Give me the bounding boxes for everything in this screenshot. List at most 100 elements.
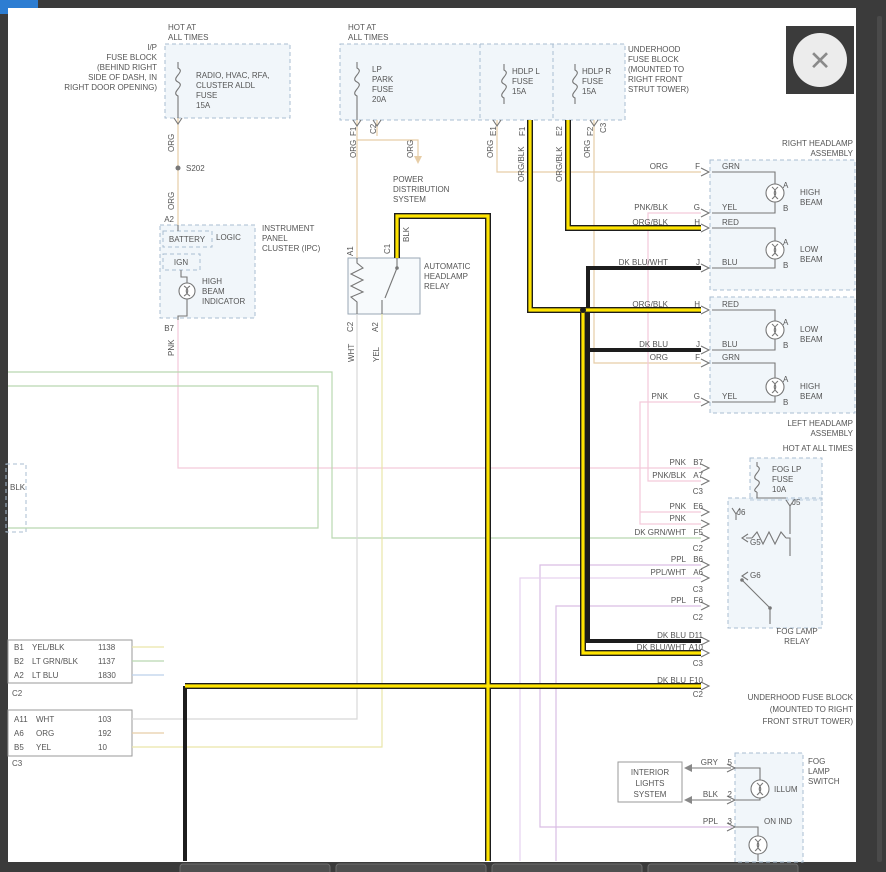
diagram-label: FOG (808, 757, 825, 766)
diagram-label: (BEHIND RIGHT (97, 63, 157, 72)
bottom-tab[interactable] (336, 864, 486, 872)
diagram-label: PNK (167, 339, 176, 356)
diagram-label: ORG (583, 140, 592, 158)
diagram-label: YEL (36, 743, 52, 752)
diagram-label: ORG (349, 140, 358, 158)
diagram-label: PNK (670, 458, 687, 467)
diagram-label: A2 (14, 671, 24, 680)
diagram-label: 1138 (98, 643, 116, 652)
diagram-label: LEFT HEADLAMP (787, 419, 853, 428)
diagram-label: CLUSTER ALDL (196, 81, 256, 90)
diagram-label: G5 (750, 538, 761, 547)
bottom-tab[interactable] (648, 864, 798, 872)
bulb-icon-illum (751, 780, 769, 798)
diagram-label: B (783, 204, 788, 213)
diagram-label: 3 (728, 817, 733, 826)
diagram-label: CLUSTER (IPC) (262, 244, 321, 253)
bottom-tab[interactable] (180, 864, 330, 872)
diagram-label: F (695, 162, 700, 171)
diagram-label: A2 (371, 322, 380, 332)
relay-contact-dot (395, 266, 399, 270)
diagram-label: F1 (518, 126, 527, 136)
diagram-label: FUSE BLOCK (628, 55, 679, 64)
diagram-label: B7 (164, 324, 174, 333)
diagram-label: C2 (346, 321, 355, 332)
diagram-label: PANEL (262, 234, 288, 243)
diagram-label: IGN (174, 258, 188, 267)
diagram-label: 15A (582, 87, 597, 96)
diagram-label: SWITCH (808, 777, 840, 786)
diagram-label: RADIO, HVAC, RFA, (196, 71, 270, 80)
bottom-tab[interactable] (492, 864, 642, 872)
diagram-label: PNK (670, 514, 687, 523)
diagram-label: PPL/WHT (650, 568, 686, 577)
diagram-label: ORG (650, 353, 668, 362)
diagram-label: UNDERHOOD (628, 45, 681, 54)
diagram-label: ASSEMBLY (810, 429, 853, 438)
diagram-label: FUSE (372, 85, 393, 94)
diagram-label: YEL (372, 346, 381, 362)
diagram-label: J (696, 340, 700, 349)
diagram-label: 10 (98, 743, 107, 752)
diagram-label: BATTERY (169, 235, 206, 244)
diagram-label: PPL (671, 596, 687, 605)
diagram-label: LOW (800, 245, 819, 254)
diagram-label: ASSEMBLY (810, 149, 853, 158)
diagram-label: DISTRIBUTION (393, 185, 450, 194)
diagram-label: BLU (722, 258, 738, 267)
diagram-label: ORG/BLK (632, 218, 668, 227)
diagram-label: ORG (167, 192, 176, 210)
diagram-label: INSTRUMENT (262, 224, 315, 233)
diagram-label: H (694, 218, 700, 227)
splice-s202-dot (176, 166, 181, 171)
diagram-label: STRUT TOWER) (628, 85, 689, 94)
diagram-label: J6 (737, 508, 746, 517)
diagram-label: F10 (689, 676, 703, 685)
diagram-paper (8, 8, 856, 862)
diagram-label: F5 (694, 528, 704, 537)
fog-lamp-switch-box (735, 753, 803, 862)
diagram-label: FUSE BLOCK (106, 53, 157, 62)
bulb-icon-high-beam-indicator (179, 283, 195, 299)
diagram-label: (MOUNTED TO (628, 65, 684, 74)
fog-lamp-relay-box (728, 498, 822, 628)
diagram-label: E1 (489, 126, 498, 136)
diagram-label: LIGHTS (636, 779, 665, 788)
diagram-label: ON IND (764, 817, 792, 826)
diagram-label: E6 (693, 502, 703, 511)
diagram-label: LT GRN/BLK (32, 657, 79, 666)
wire-junction-dot (580, 307, 586, 313)
relay-contact-dot (740, 578, 744, 582)
diagram-label: BLK (703, 790, 719, 799)
scrollbar[interactable] (877, 16, 882, 862)
close-button[interactable]: ✕ (786, 26, 854, 94)
diagram-label: B (783, 341, 788, 350)
diagram-label: HIGH (202, 277, 222, 286)
diagram-label: ORG (486, 140, 495, 158)
diagram-label: WHT (36, 715, 54, 724)
diagram-label: ORG (650, 162, 668, 171)
diagram-label: F6 (694, 596, 704, 605)
diagram-label: B6 (693, 555, 703, 564)
bulb-icon-left-high-beam (766, 378, 784, 396)
diagram-label: ORG/BLK (632, 300, 668, 309)
diagram-label: F (695, 353, 700, 362)
diagram-label: G (694, 392, 700, 401)
diagram-label: DK BLU/WHT (619, 258, 668, 267)
diagram-label: C2 (693, 613, 704, 622)
diagram-label: DK BLU (657, 631, 686, 640)
diagram-label: A (783, 318, 789, 327)
diagram-label: C1 (383, 243, 392, 254)
diagram-label: 192 (98, 729, 112, 738)
diagram-label: BEAM (800, 198, 823, 207)
diagram-label: HEADLAMP (424, 272, 468, 281)
diagram-label: INTERIOR (631, 768, 669, 777)
diagram-label: LP (372, 65, 382, 74)
diagram-label: DK GRN/WHT (634, 528, 686, 537)
diagram-label: BLU (722, 340, 738, 349)
close-icon: ✕ (809, 46, 832, 77)
diagram-label: PARK (372, 75, 394, 84)
diagram-label: G6 (750, 571, 761, 580)
bulb-icon-right-high-beam (766, 184, 784, 202)
diagram-label: FUSE (772, 475, 793, 484)
